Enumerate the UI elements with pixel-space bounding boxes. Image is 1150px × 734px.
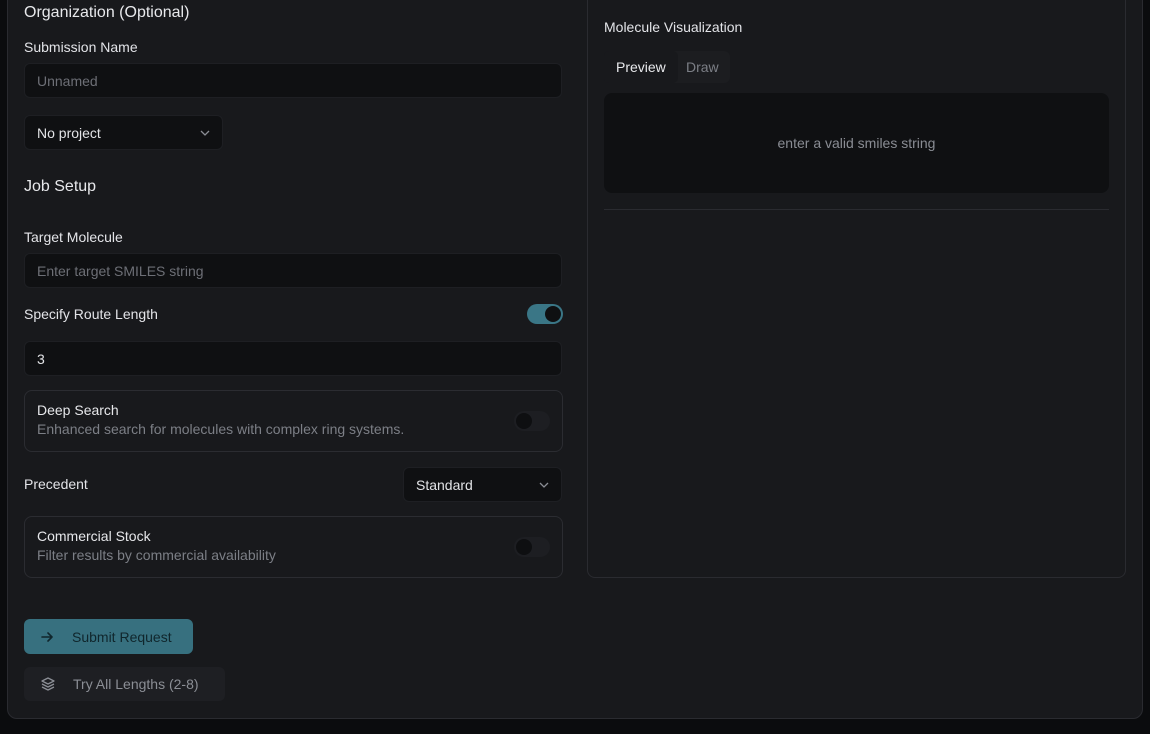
preview-empty-message: enter a valid smiles string <box>777 135 936 151</box>
precedent-label: Precedent <box>24 476 88 492</box>
precedent-select-value: Standard <box>416 476 473 493</box>
project-select-value: No project <box>37 124 101 141</box>
submission-name-label: Submission Name <box>24 39 138 55</box>
target-molecule-label: Target Molecule <box>24 229 123 245</box>
deep-search-toggle[interactable] <box>514 411 550 431</box>
precedent-select[interactable]: Standard <box>403 467 562 502</box>
submit-request-label: Submit Request <box>72 628 172 645</box>
visualization-panel <box>587 0 1126 578</box>
visualization-title: Molecule Visualization <box>604 19 743 35</box>
route-length-toggle[interactable] <box>527 304 563 324</box>
chevron-down-icon <box>539 482 549 488</box>
try-all-lengths-button[interactable]: Try All Lengths (2-8) <box>24 667 225 701</box>
commercial-stock-toggle[interactable] <box>514 537 550 557</box>
route-length-label: Specify Route Length <box>24 306 158 322</box>
chevron-down-icon <box>200 130 210 136</box>
deep-search-title: Deep Search <box>37 402 119 418</box>
commercial-stock-title: Commercial Stock <box>37 528 151 544</box>
job-setup-title: Job Setup <box>24 178 97 195</box>
commercial-stock-description: Filter results by commercial availabilit… <box>37 547 276 563</box>
submission-name-input[interactable]: Unnamed <box>24 63 562 98</box>
deep-search-option: Deep Search Enhanced search for molecule… <box>24 390 563 452</box>
organization-title: Organization (Optional) <box>24 4 190 21</box>
molecule-preview: enter a valid smiles string <box>604 93 1109 193</box>
deep-search-description: Enhanced search for molecules with compl… <box>37 421 405 437</box>
divider <box>604 209 1109 210</box>
toggle-knob <box>516 413 532 429</box>
tab-preview[interactable]: Preview <box>604 51 678 83</box>
layers-icon <box>41 677 55 691</box>
tab-draw[interactable]: Draw <box>686 51 719 83</box>
project-select[interactable]: No project <box>24 115 223 150</box>
submit-request-button[interactable]: Submit Request <box>24 619 193 654</box>
toggle-knob <box>545 306 561 322</box>
toggle-knob <box>516 539 532 555</box>
try-all-lengths-label: Try All Lengths (2-8) <box>73 676 199 692</box>
visualization-tabs: Preview Draw <box>604 51 730 83</box>
arrow-right-icon <box>41 632 53 642</box>
route-length-input[interactable]: 3 <box>24 341 562 376</box>
commercial-stock-option: Commercial Stock Filter results by comme… <box>24 516 563 578</box>
target-molecule-input[interactable]: Enter target SMILES string <box>24 253 562 288</box>
